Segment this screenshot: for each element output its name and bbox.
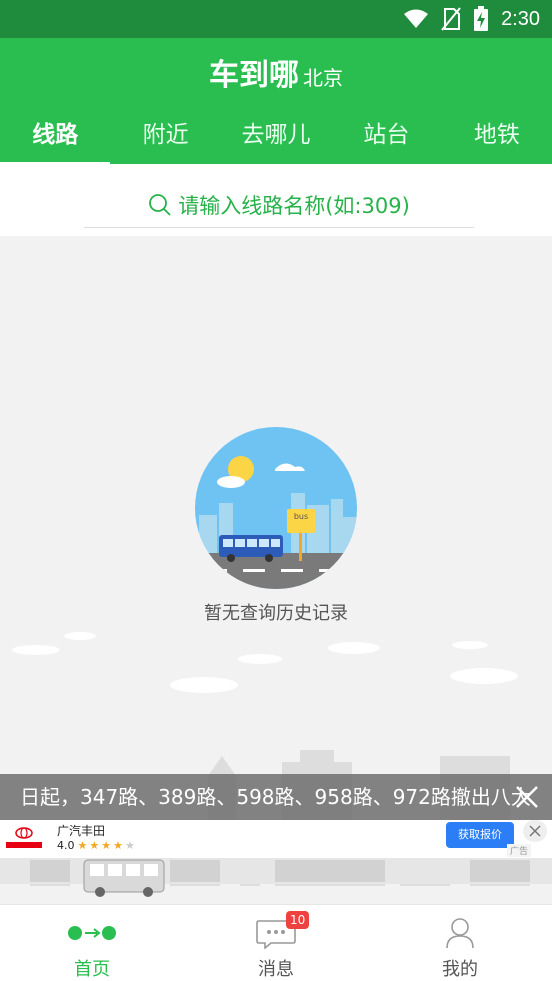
- nav-profile[interactable]: 我的: [368, 905, 552, 981]
- close-icon[interactable]: [514, 784, 540, 810]
- app-title: 车到哪: [209, 58, 299, 93]
- app-header: 车到哪 北京 线路 附近 去哪儿 站台 地铁: [0, 38, 552, 166]
- tab-stations[interactable]: 站台: [331, 112, 441, 164]
- ground-bus-illustration: [0, 858, 552, 897]
- tab-destination[interactable]: 去哪儿: [221, 112, 331, 164]
- toyota-logo-icon: [6, 827, 42, 848]
- bus-stop-illustration: bus: [195, 427, 357, 589]
- search-icon: [149, 193, 171, 216]
- ad-close-icon[interactable]: [523, 820, 547, 842]
- nav-messages-label: 消息: [258, 959, 294, 980]
- ad-rating: 4.0 ★★★★★: [57, 839, 137, 852]
- sign-label: bus: [294, 512, 308, 521]
- ticker-text: 日起，347路、389路、598路、958路、972路撤出八大: [20, 785, 531, 809]
- wifi-icon: [404, 9, 429, 28]
- route-icon: [68, 926, 116, 940]
- battery-charging-icon: [474, 6, 489, 31]
- clock: 2:30: [501, 7, 540, 30]
- ad-brand-name: 广汽丰田: [57, 824, 106, 838]
- nav-home-label: 首页: [74, 959, 110, 980]
- nav-home[interactable]: 首页: [0, 905, 184, 981]
- search-placeholder: 请输入线路名称(如:309): [178, 193, 410, 218]
- empty-history-message: 暂无查询历史记录: [204, 603, 348, 624]
- nav-profile-label: 我的: [442, 959, 478, 980]
- tab-subway[interactable]: 地铁: [442, 112, 552, 164]
- nav-messages[interactable]: 消息: [184, 905, 368, 981]
- user-icon: [446, 918, 474, 949]
- ad-rating-value: 4.0: [57, 839, 75, 852]
- status-bar: 2:30: [0, 0, 552, 38]
- no-sim-icon: [441, 7, 461, 31]
- tab-routes[interactable]: 线路: [0, 112, 111, 166]
- search-section: 请输入线路名称(如:309): [0, 164, 552, 236]
- tab-nearby[interactable]: 附近: [110, 112, 220, 164]
- bottom-nav: 首页 消息 我的: [0, 904, 552, 981]
- search-input[interactable]: 请输入线路名称(如:309): [84, 182, 474, 228]
- tab-bar: 线路 附近 去哪儿 站台 地铁: [0, 112, 552, 166]
- city-selector[interactable]: 北京: [303, 66, 343, 90]
- status-icons: 2:30: [403, 6, 540, 32]
- rating-stars-icon: ★★★★★: [77, 839, 137, 852]
- ad-banner[interactable]: 广汽丰田 4.0 ★★★★★ 获取报价 广告: [0, 820, 552, 858]
- get-quote-button[interactable]: 获取报价: [446, 822, 514, 848]
- announcement-ticker[interactable]: 日起，347路、389路、598路、958路、972路撤出八大: [0, 774, 552, 820]
- title-row: 车到哪 北京: [0, 50, 552, 94]
- ad-label: 广告: [507, 844, 532, 857]
- message-count-badge: 10: [286, 911, 310, 929]
